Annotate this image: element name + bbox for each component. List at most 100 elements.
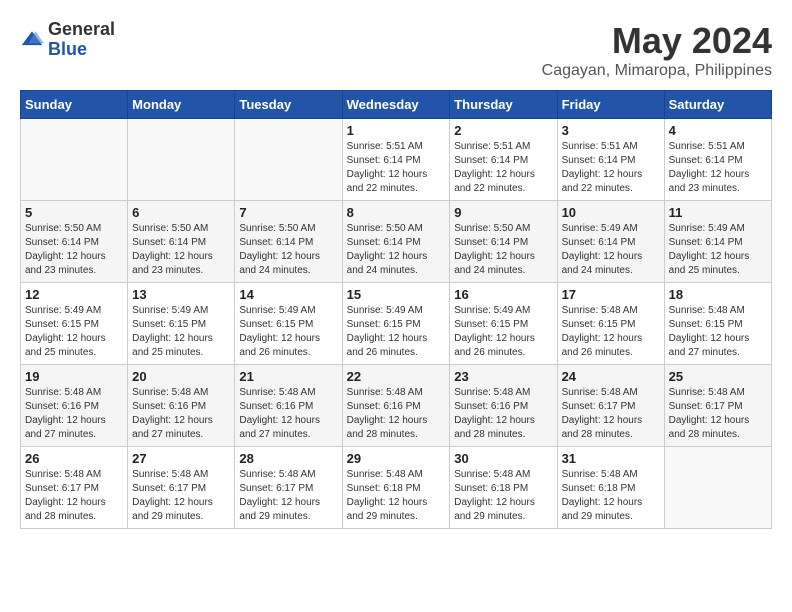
calendar-cell: 19Sunrise: 5:48 AM Sunset: 6:16 PM Dayli… — [21, 365, 128, 447]
logo-general-text: General — [48, 20, 115, 40]
day-info: Sunrise: 5:48 AM Sunset: 6:18 PM Dayligh… — [454, 468, 552, 524]
day-number: 21 — [239, 369, 337, 384]
page-header: General Blue May 2024 Cagayan, Mimaropa,… — [20, 20, 772, 80]
calendar-cell — [21, 119, 128, 201]
day-info: Sunrise: 5:49 AM Sunset: 6:14 PM Dayligh… — [669, 222, 767, 278]
day-info: Sunrise: 5:51 AM Sunset: 6:14 PM Dayligh… — [347, 140, 446, 196]
calendar-cell: 8 Sunrise: 5:50 AM Sunset: 6:14 PM Daylig… — [342, 201, 450, 283]
calendar-cell: 6 Sunrise: 5:50 AM Sunset: 6:14 PM Daylig… — [128, 201, 235, 283]
day-number: 7 — [239, 205, 337, 220]
calendar-cell: 7 Sunrise: 5:50 AM Sunset: 6:14 PM Daylig… — [235, 201, 342, 283]
day-number: 23 — [454, 369, 552, 384]
logo-blue-text: Blue — [48, 40, 115, 60]
day-info: Sunrise: 5:50 AM Sunset: 6:14 PM Dayligh… — [454, 222, 552, 278]
calendar-cell: 13 Sunrise: 5:49 AM Sunset: 6:15 PM Dayli… — [128, 283, 235, 365]
day-info: Sunrise: 5:49 AM Sunset: 6:15 PM Dayligh… — [347, 304, 446, 360]
logo-text: General Blue — [48, 20, 115, 60]
day-number: 19 — [25, 369, 123, 384]
day-info: Sunrise: 5:48 AM Sunset: 6:17 PM Dayligh… — [25, 468, 123, 524]
calendar-cell: 3Sunrise: 5:51 AM Sunset: 6:14 PM Daylig… — [557, 119, 664, 201]
day-number: 17 — [562, 287, 660, 302]
day-info: Sunrise: 5:49 AM Sunset: 6:15 PM Dayligh… — [239, 304, 337, 360]
day-info: Sunrise: 5:48 AM Sunset: 6:17 PM Dayligh… — [669, 386, 767, 442]
day-info: Sunrise: 5:48 AM Sunset: 6:16 PM Dayligh… — [347, 386, 446, 442]
calendar-week-row: 1 Sunrise: 5:51 AM Sunset: 6:14 PM Daylig… — [21, 119, 772, 201]
calendar-week-row: 5 Sunrise: 5:50 AM Sunset: 6:14 PM Daylig… — [21, 201, 772, 283]
calendar-cell: 15 Sunrise: 5:49 AM Sunset: 6:15 PM Dayli… — [342, 283, 450, 365]
calendar-cell: 21Sunrise: 5:48 AM Sunset: 6:16 PM Dayli… — [235, 365, 342, 447]
day-of-week-header: Saturday — [664, 91, 771, 119]
calendar-cell: 9 Sunrise: 5:50 AM Sunset: 6:14 PM Daylig… — [450, 201, 557, 283]
day-of-week-header: Wednesday — [342, 91, 450, 119]
day-number: 5 — [25, 205, 123, 220]
day-number: 13 — [132, 287, 230, 302]
day-info: Sunrise: 5:49 AM Sunset: 6:14 PM Dayligh… — [562, 222, 660, 278]
day-number: 3 — [562, 123, 660, 138]
day-number: 22 — [347, 369, 446, 384]
day-number: 14 — [239, 287, 337, 302]
day-number: 20 — [132, 369, 230, 384]
calendar-cell: 25 Sunrise: 5:48 AM Sunset: 6:17 PM Dayli… — [664, 365, 771, 447]
calendar-cell — [128, 119, 235, 201]
day-info: Sunrise: 5:50 AM Sunset: 6:14 PM Dayligh… — [239, 222, 337, 278]
calendar-week-row: 12 Sunrise: 5:49 AM Sunset: 6:15 PM Dayli… — [21, 283, 772, 365]
calendar-cell: 23 Sunrise: 5:48 AM Sunset: 6:16 PM Dayli… — [450, 365, 557, 447]
calendar-week-row: 26 Sunrise: 5:48 AM Sunset: 6:17 PM Dayli… — [21, 447, 772, 529]
calendar-cell: 5 Sunrise: 5:50 AM Sunset: 6:14 PM Daylig… — [21, 201, 128, 283]
day-number: 8 — [347, 205, 446, 220]
day-info: Sunrise: 5:48 AM Sunset: 6:18 PM Dayligh… — [347, 468, 446, 524]
calendar-cell: 26 Sunrise: 5:48 AM Sunset: 6:17 PM Dayli… — [21, 447, 128, 529]
day-info: Sunrise: 5:48 AM Sunset: 6:17 PM Dayligh… — [132, 468, 230, 524]
day-number: 31 — [562, 451, 660, 466]
day-number: 27 — [132, 451, 230, 466]
day-number: 18 — [669, 287, 767, 302]
day-number: 25 — [669, 369, 767, 384]
day-info: Sunrise: 5:51 AM Sunset: 6:14 PM Dayligh… — [454, 140, 552, 196]
calendar-cell: 17 Sunrise: 5:48 AM Sunset: 6:15 PM Dayli… — [557, 283, 664, 365]
day-number: 16 — [454, 287, 552, 302]
day-info: Sunrise: 5:48 AM Sunset: 6:17 PM Dayligh… — [239, 468, 337, 524]
calendar-cell: 16 Sunrise: 5:49 AM Sunset: 6:15 PM Dayli… — [450, 283, 557, 365]
day-of-week-header: Friday — [557, 91, 664, 119]
day-number: 9 — [454, 205, 552, 220]
day-info: Sunrise: 5:48 AM Sunset: 6:15 PM Dayligh… — [562, 304, 660, 360]
day-info: Sunrise: 5:49 AM Sunset: 6:15 PM Dayligh… — [132, 304, 230, 360]
day-info: Sunrise: 5:48 AM Sunset: 6:18 PM Dayligh… — [562, 468, 660, 524]
calendar-cell: 18 Sunrise: 5:48 AM Sunset: 6:15 PM Dayli… — [664, 283, 771, 365]
day-info: Sunrise: 5:48 AM Sunset: 6:17 PM Dayligh… — [562, 386, 660, 442]
day-info: Sunrise: 5:51 AM Sunset: 6:14 PM Dayligh… — [669, 140, 767, 196]
calendar-header-row: SundayMondayTuesdayWednesdayThursdayFrid… — [21, 91, 772, 119]
day-info: Sunrise: 5:50 AM Sunset: 6:14 PM Dayligh… — [347, 222, 446, 278]
day-info: Sunrise: 5:48 AM Sunset: 6:16 PM Dayligh… — [132, 386, 230, 442]
day-number: 26 — [25, 451, 123, 466]
day-number: 29 — [347, 451, 446, 466]
day-number: 15 — [347, 287, 446, 302]
day-number: 28 — [239, 451, 337, 466]
logo: General Blue — [20, 20, 115, 60]
calendar-cell: 10 Sunrise: 5:49 AM Sunset: 6:14 PM Dayli… — [557, 201, 664, 283]
calendar-cell: 31 Sunrise: 5:48 AM Sunset: 6:18 PM Dayli… — [557, 447, 664, 529]
calendar-cell: 30Sunrise: 5:48 AM Sunset: 6:18 PM Dayli… — [450, 447, 557, 529]
calendar-week-row: 19 Sunrise: 5:48 AM Sunset: 6:16 PM Dayli… — [21, 365, 772, 447]
calendar-cell: 14 Sunrise: 5:49 AM Sunset: 6:15 PM Dayli… — [235, 283, 342, 365]
day-number: 4 — [669, 123, 767, 138]
day-number: 1 — [347, 123, 446, 138]
calendar-cell: 20 Sunrise: 5:48 AM Sunset: 6:16 PM Dayli… — [128, 365, 235, 447]
day-of-week-header: Tuesday — [235, 91, 342, 119]
day-info: Sunrise: 5:50 AM Sunset: 6:14 PM Dayligh… — [132, 222, 230, 278]
day-info: Sunrise: 5:50 AM Sunset: 6:14 PM Dayligh… — [25, 222, 123, 278]
day-info: Sunrise: 5:48 AM Sunset: 6:15 PM Dayligh… — [669, 304, 767, 360]
title-block: May 2024 Cagayan, Mimaropa, Philippines — [542, 20, 772, 80]
day-of-week-header: Monday — [128, 91, 235, 119]
calendar-cell: 4 Sunrise: 5:51 AM Sunset: 6:14 PM Daylig… — [664, 119, 771, 201]
location-subtitle: Cagayan, Mimaropa, Philippines — [542, 62, 772, 80]
calendar-cell: 24Sunrise: 5:48 AM Sunset: 6:17 PM Dayli… — [557, 365, 664, 447]
day-number: 10 — [562, 205, 660, 220]
day-number: 2 — [454, 123, 552, 138]
day-number: 12 — [25, 287, 123, 302]
day-info: Sunrise: 5:48 AM Sunset: 6:16 PM Dayligh… — [454, 386, 552, 442]
day-info: Sunrise: 5:49 AM Sunset: 6:15 PM Dayligh… — [454, 304, 552, 360]
day-number: 11 — [669, 205, 767, 220]
calendar-table: SundayMondayTuesdayWednesdayThursdayFrid… — [20, 90, 772, 529]
day-number: 6 — [132, 205, 230, 220]
